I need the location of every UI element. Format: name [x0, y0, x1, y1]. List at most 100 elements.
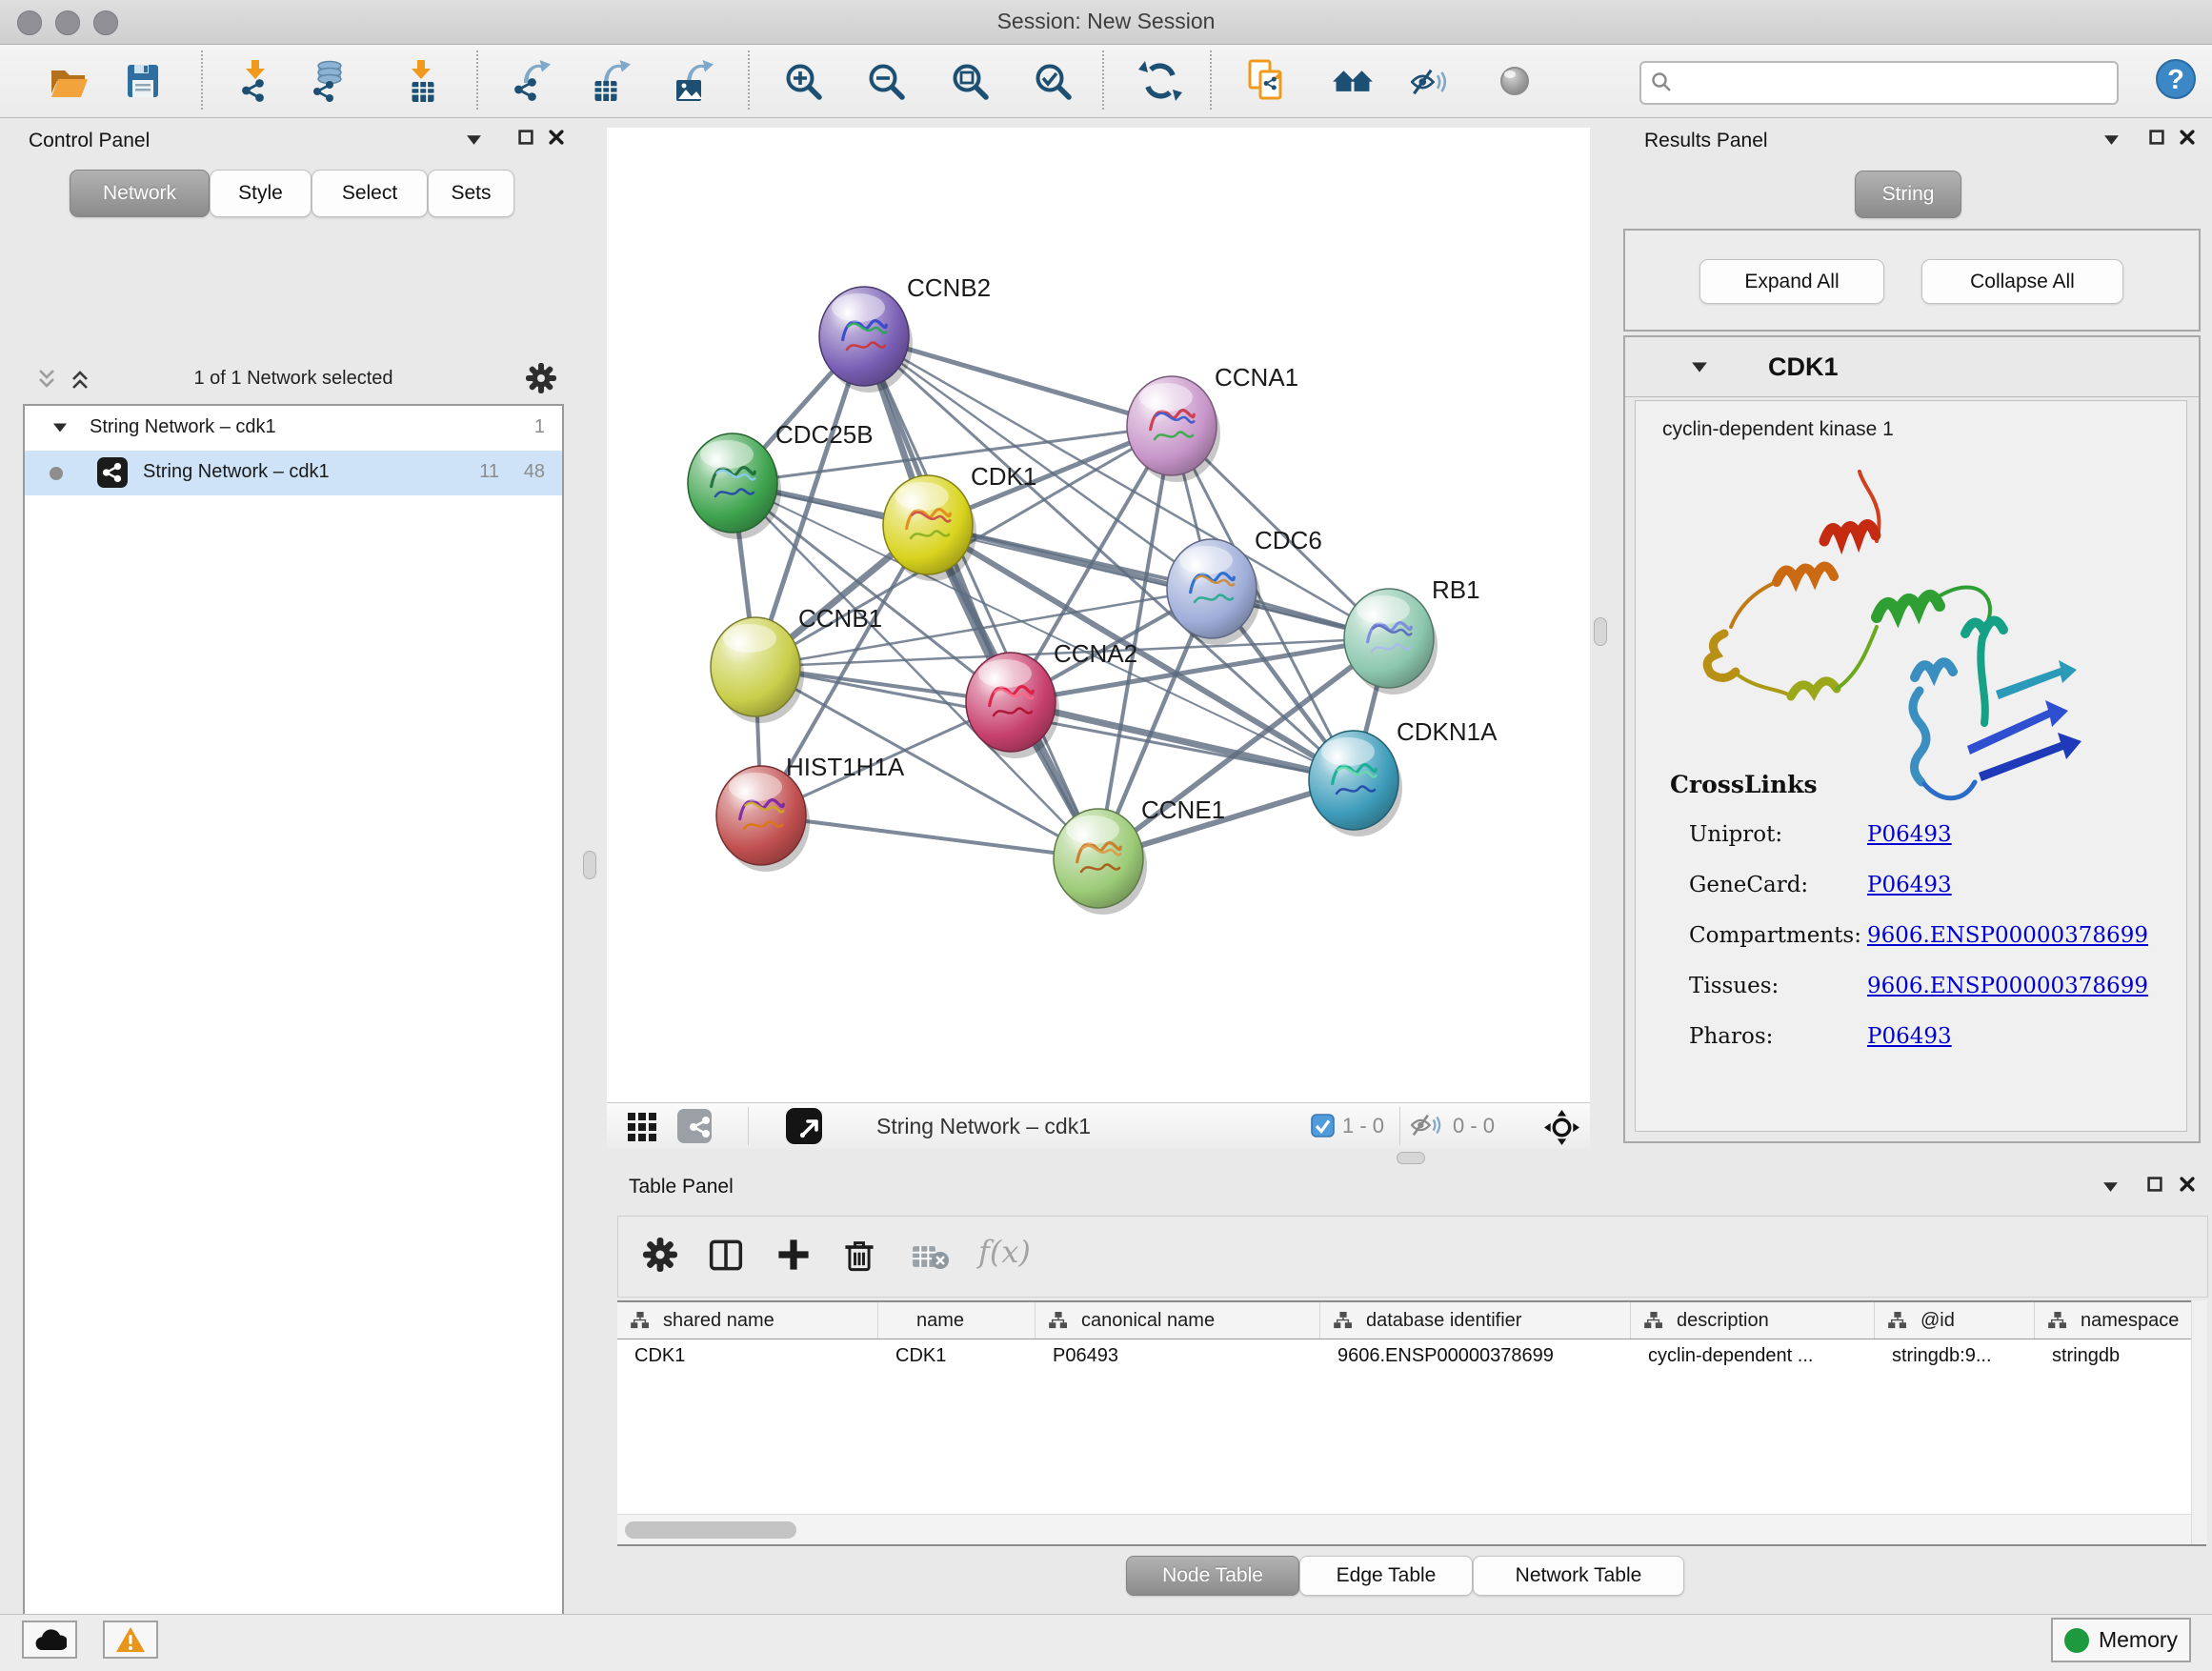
network-share-view-icon[interactable]: [677, 1109, 712, 1143]
column-header-name[interactable]: name: [878, 1302, 1036, 1339]
crosslink-link[interactable]: 9606.ENSP00000378699: [1867, 923, 2148, 948]
tab-style[interactable]: Style: [210, 170, 312, 217]
crosslink-label: GeneCard:: [1689, 873, 1808, 897]
import-table-file-icon[interactable]: [399, 59, 443, 103]
zoom-in-icon[interactable]: [781, 59, 825, 103]
memory-button[interactable]: Memory: [2051, 1618, 2191, 1662]
crosslink-row: Compartments:9606.ENSP00000378699: [1636, 912, 2186, 962]
node-HIST1H1A[interactable]: HIST1H1A: [716, 753, 905, 872]
column-header-shared-name[interactable]: shared name: [617, 1302, 878, 1339]
table-row[interactable]: CDK1CDK1P064939606.ENSP00000378699cyclin…: [617, 1339, 2191, 1373]
results-entry-box: CDK1 cyclin-dependent kinase 1: [1623, 335, 2201, 1143]
export-network-icon[interactable]: [510, 59, 553, 103]
tab-node-table[interactable]: Node Table: [1126, 1556, 1299, 1596]
node-label-HIST1H1A: HIST1H1A: [786, 753, 905, 781]
cloud-status-button[interactable]: [22, 1621, 77, 1659]
close-panel-icon[interactable]: [2180, 129, 2201, 146]
grid-view-icon[interactable]: [620, 1110, 664, 1144]
save-session-icon[interactable]: [121, 59, 165, 103]
crosslink-link[interactable]: 9606.ENSP00000378699: [1867, 974, 2148, 998]
import-network-database-icon[interactable]: [307, 59, 351, 103]
help-button[interactable]: ?: [2154, 57, 2198, 101]
collapse-panel-icon[interactable]: [2104, 131, 2125, 149]
float-panel-icon[interactable]: [518, 129, 539, 146]
column-header-id[interactable]: @id: [1875, 1302, 2035, 1339]
node-CCNA2[interactable]: CCNA2: [966, 639, 1137, 758]
crosslink-row: Uniprot:P06493: [1636, 811, 2186, 861]
scrollbar-thumb[interactable]: [625, 1521, 796, 1539]
close-panel-icon[interactable]: [549, 129, 570, 146]
search-input[interactable]: [1679, 65, 2112, 99]
create-column-plus-icon[interactable]: [776, 1238, 811, 1272]
first-neighbors-icon[interactable]: [1331, 59, 1375, 103]
network-row-selected[interactable]: String Network – cdk1 11 48: [25, 451, 562, 495]
tab-network[interactable]: Network: [70, 170, 210, 217]
export-image-icon[interactable]: [671, 59, 714, 103]
node-table: shared namenamecanonical namedatabase id…: [617, 1300, 2191, 1546]
node-CDKN1A[interactable]: CDKN1A: [1309, 717, 1498, 836]
entry-disclosure-icon: [1692, 362, 1707, 372]
float-panel-icon[interactable]: [2147, 1176, 2168, 1193]
delete-column-trash-icon[interactable]: [843, 1238, 875, 1273]
export-table-icon[interactable]: [588, 59, 632, 103]
zoom-selected-icon[interactable]: [1031, 59, 1075, 103]
close-panel-icon[interactable]: [2180, 1176, 2201, 1193]
tab-string[interactable]: String: [1855, 171, 1961, 218]
table-tabs: Node TableEdge TableNetwork Table: [1126, 1556, 1698, 1598]
column-header-database-identifier[interactable]: database identifier: [1320, 1302, 1631, 1339]
edge-HIST1H1A-CCNE1[interactable]: [761, 815, 1098, 858]
control-panel-title: Control Panel: [29, 130, 150, 152]
float-panel-icon[interactable]: [2149, 129, 2170, 146]
delete-table-icon-disabled[interactable]: [912, 1243, 950, 1272]
horizontal-splitter-handle[interactable]: [1397, 1152, 1425, 1164]
birds-eye-view-icon[interactable]: [1538, 1109, 1585, 1146]
zoom-fit-icon[interactable]: [948, 59, 992, 103]
node-label-RB1: RB1: [1432, 575, 1480, 604]
function-builder-fx-disabled[interactable]: f(x): [978, 1234, 1031, 1270]
collapse-panel-icon[interactable]: [2103, 1178, 2124, 1196]
import-network-file-icon[interactable]: [233, 59, 277, 103]
node-CCNB1[interactable]: CCNB1: [711, 604, 882, 723]
zoom-out-icon[interactable]: [864, 59, 908, 103]
table-cell: CDK1: [878, 1339, 1036, 1373]
refresh-view-icon[interactable]: [1138, 59, 1182, 103]
column-header-canonical-name[interactable]: canonical name: [1036, 1302, 1320, 1339]
main-toolbar: ?: [0, 45, 2212, 118]
node-CDK1[interactable]: CDK1: [883, 462, 1036, 581]
tab-edge-table[interactable]: Edge Table: [1299, 1556, 1473, 1596]
selected-checkbox[interactable]: [1311, 1114, 1335, 1137]
network-collection-row[interactable]: String Network – cdk1 1: [25, 406, 562, 451]
collapse-all-button[interactable]: Collapse All: [1921, 259, 2123, 304]
expand-all-button[interactable]: Expand All: [1699, 259, 1884, 304]
open-in-new-view-icon[interactable]: [786, 1108, 822, 1144]
vertical-splitter-handle[interactable]: [583, 851, 596, 879]
network-view-toolbar: String Network – cdk1 1 - 0 0 - 0: [607, 1102, 1590, 1149]
collapse-panel-icon[interactable]: [467, 131, 488, 149]
table-cell: 9606.ENSP00000378699: [1320, 1339, 1631, 1373]
tab-sets[interactable]: Sets: [428, 170, 514, 217]
entry-header[interactable]: CDK1: [1625, 337, 2199, 397]
column-header-namespace[interactable]: namespace: [2035, 1302, 2191, 1339]
table-options-gear-icon[interactable]: [643, 1238, 677, 1272]
tab-select[interactable]: Select: [312, 170, 428, 217]
show-columns-icon[interactable]: [709, 1239, 743, 1271]
clone-network-icon[interactable]: [1245, 59, 1289, 103]
column-header-description[interactable]: description: [1631, 1302, 1875, 1339]
node-CCNE1[interactable]: CCNE1: [1054, 795, 1225, 915]
warning-status-button[interactable]: [103, 1621, 158, 1659]
tab-network-table[interactable]: Network Table: [1473, 1556, 1684, 1596]
network-canvas[interactable]: CCNB2CCNA1CDC25BCDK1CDC6RB1CCNB1CCNA2CDK…: [607, 128, 1590, 1102]
node-label-CCNB1: CCNB1: [798, 604, 882, 633]
node-RB1[interactable]: RB1: [1344, 575, 1480, 695]
crosslink-link[interactable]: P06493: [1867, 1024, 1952, 1049]
show-hide-graphics-icon[interactable]: [1407, 59, 1451, 103]
table-vertical-scrollbar[interactable]: [2191, 1300, 2207, 1544]
vertical-splitter-handle[interactable]: [1594, 617, 1607, 646]
network-selection-status: 1 of 1 Network selected: [23, 368, 564, 390]
network-options-gear-icon[interactable]: [526, 362, 558, 394]
open-session-icon[interactable]: [47, 59, 90, 103]
inactive-lens-icon[interactable]: [1493, 59, 1537, 103]
crosslink-link[interactable]: P06493: [1867, 822, 1952, 847]
crosslink-link[interactable]: P06493: [1867, 873, 1952, 897]
search-icon: [1654, 74, 1671, 91]
